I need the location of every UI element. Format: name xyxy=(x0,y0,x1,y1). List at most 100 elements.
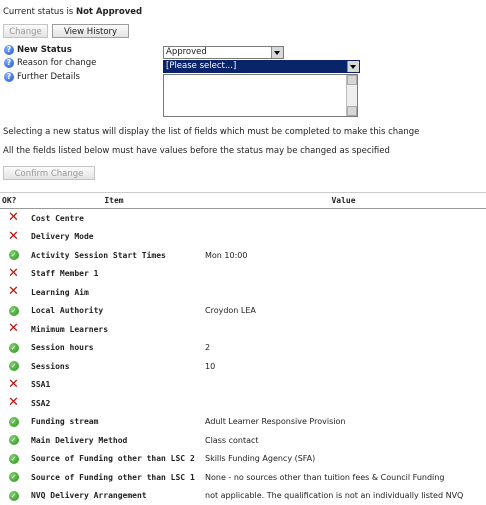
value-cell: Mon 10:00 xyxy=(201,246,486,265)
table-row: ✓ Local AuthorityCroydon LEA xyxy=(0,302,486,321)
status-cell: ✕ xyxy=(0,228,27,247)
item-cell: SSA2 xyxy=(27,394,201,413)
reason-value: [Please select...] xyxy=(166,61,236,71)
value-cell xyxy=(201,283,486,302)
status-cell: ✓ xyxy=(0,246,27,265)
new-status-label: New Status xyxy=(17,45,72,55)
cross-icon: ✕ xyxy=(8,229,19,244)
item-cell: Sessions xyxy=(27,357,201,376)
value-cell: Adult Learner Responsive Provision xyxy=(201,413,486,432)
table-row: ✓Source of Funding other than LSC 2Skill… xyxy=(0,450,486,469)
table-row: ✕ SSA2 xyxy=(0,394,486,413)
reason-select[interactable]: [Please select...] xyxy=(163,60,360,73)
cross-icon: ✕ xyxy=(8,321,19,336)
item-cell: Activity Session Start Times xyxy=(27,246,201,265)
check-icon: ✓ xyxy=(9,417,19,427)
help-icon[interactable]: ? xyxy=(4,72,14,82)
table-row: ✕ Staff Member 1 xyxy=(0,265,486,284)
chevron-down-icon[interactable] xyxy=(347,61,359,72)
value-cell xyxy=(201,320,486,339)
value-cell: Class contact xyxy=(201,431,486,450)
value-cell: 10 xyxy=(201,357,486,376)
new-status-select[interactable]: Approved xyxy=(163,46,284,59)
table-header: OK? Item Value xyxy=(0,193,486,209)
info-text-2: All the fields listed below must have va… xyxy=(3,146,390,156)
current-status-prefix: Current status is xyxy=(3,7,76,17)
cross-icon: ✕ xyxy=(8,210,19,225)
table-row: ✓ Sessions10 xyxy=(0,357,486,376)
check-icon: ✓ xyxy=(9,491,19,501)
item-cell: SSA1 xyxy=(27,376,201,395)
value-cell xyxy=(201,394,486,413)
check-icon: ✓ xyxy=(9,454,19,464)
scroll-up-icon[interactable] xyxy=(347,75,357,85)
change-button[interactable]: Change xyxy=(3,24,48,38)
reason-label: Reason for change xyxy=(17,58,96,68)
table-row: ✓ NVQ Delivery Arrangementnot applicable.… xyxy=(0,487,486,505)
check-icon: ✓ xyxy=(9,361,19,371)
view-history-button[interactable]: View History xyxy=(52,24,129,38)
table-row: ✓ Activity Session Start TimesMon 10:00 xyxy=(0,246,486,265)
status-cell: ✓ xyxy=(0,413,27,432)
further-details-label: Further Details xyxy=(17,72,80,82)
status-cell: ✓ xyxy=(0,357,27,376)
current-status-value: Not Approved xyxy=(76,7,142,17)
item-cell: Minimum Learners xyxy=(27,320,201,339)
scroll-down-icon[interactable] xyxy=(347,106,357,116)
item-cell: NVQ Delivery Arrangement xyxy=(27,487,201,505)
info-text-1: Selecting a new status will display the … xyxy=(3,127,419,137)
chevron-down-icon[interactable] xyxy=(271,47,283,58)
item-header: Item xyxy=(27,193,201,209)
check-icon: ✓ xyxy=(9,250,19,260)
status-cell: ✕ xyxy=(0,209,27,228)
status-cell: ✓ xyxy=(0,450,27,469)
table-row: ✕ SSA1 xyxy=(0,376,486,395)
item-cell: Source of Funding other than LSC 2 xyxy=(27,450,201,469)
status-cell: ✓ xyxy=(0,431,27,450)
new-status-value: Approved xyxy=(166,47,207,57)
status-cell: ✓ xyxy=(0,339,27,358)
value-cell: not applicable. The qualification is not… xyxy=(201,487,486,505)
confirm-change-button[interactable]: Confirm Change xyxy=(3,166,95,180)
item-cell: Staff Member 1 xyxy=(27,265,201,284)
ok-header: OK? xyxy=(0,193,27,209)
value-header: Value xyxy=(201,193,486,209)
check-icon: ✓ xyxy=(9,435,19,445)
table-row: ✕ Learning Aim xyxy=(0,283,486,302)
table-row: ✓Main Delivery MethodClass contact xyxy=(0,431,486,450)
help-icon[interactable]: ? xyxy=(4,58,14,68)
value-cell xyxy=(201,209,486,228)
cross-icon: ✕ xyxy=(8,284,19,299)
value-cell xyxy=(201,265,486,284)
table-row: ✓Session hours2 xyxy=(0,339,486,358)
cross-icon: ✕ xyxy=(8,377,19,392)
table-row: ✓Source of Funding other than LSC 1None … xyxy=(0,468,486,487)
item-cell: Delivery Mode xyxy=(27,228,201,247)
check-icon: ✓ xyxy=(9,472,19,482)
item-cell: Learning Aim xyxy=(27,283,201,302)
table-row: ✕ Minimum Learners xyxy=(0,320,486,339)
item-cell: Source of Funding other than LSC 1 xyxy=(27,468,201,487)
check-icon: ✓ xyxy=(9,306,19,316)
check-icon: ✓ xyxy=(9,343,19,353)
further-details-textarea[interactable] xyxy=(163,74,358,117)
value-cell: 2 xyxy=(201,339,486,358)
help-icon[interactable]: ? xyxy=(4,45,14,55)
status-cell: ✕ xyxy=(0,265,27,284)
value-cell xyxy=(201,376,486,395)
item-cell: Cost Centre xyxy=(27,209,201,228)
item-cell: Local Authority xyxy=(27,302,201,321)
status-cell: ✓ xyxy=(0,302,27,321)
requirements-table: OK? Item Value ✕ Cost Centre ✕ Delivery Mod… xyxy=(0,192,486,505)
status-cell: ✕ xyxy=(0,320,27,339)
item-cell: Funding stream xyxy=(27,413,201,432)
table-row: ✕ Delivery Mode xyxy=(0,228,486,247)
cross-icon: ✕ xyxy=(8,266,19,281)
cross-icon: ✕ xyxy=(8,395,19,410)
status-cell: ✕ xyxy=(0,394,27,413)
value-cell: Croydon LEA xyxy=(201,302,486,321)
table-row: ✕ Cost Centre xyxy=(0,209,486,228)
status-cell: ✓ xyxy=(0,468,27,487)
status-cell: ✕ xyxy=(0,283,27,302)
scrollbar[interactable] xyxy=(346,75,357,116)
